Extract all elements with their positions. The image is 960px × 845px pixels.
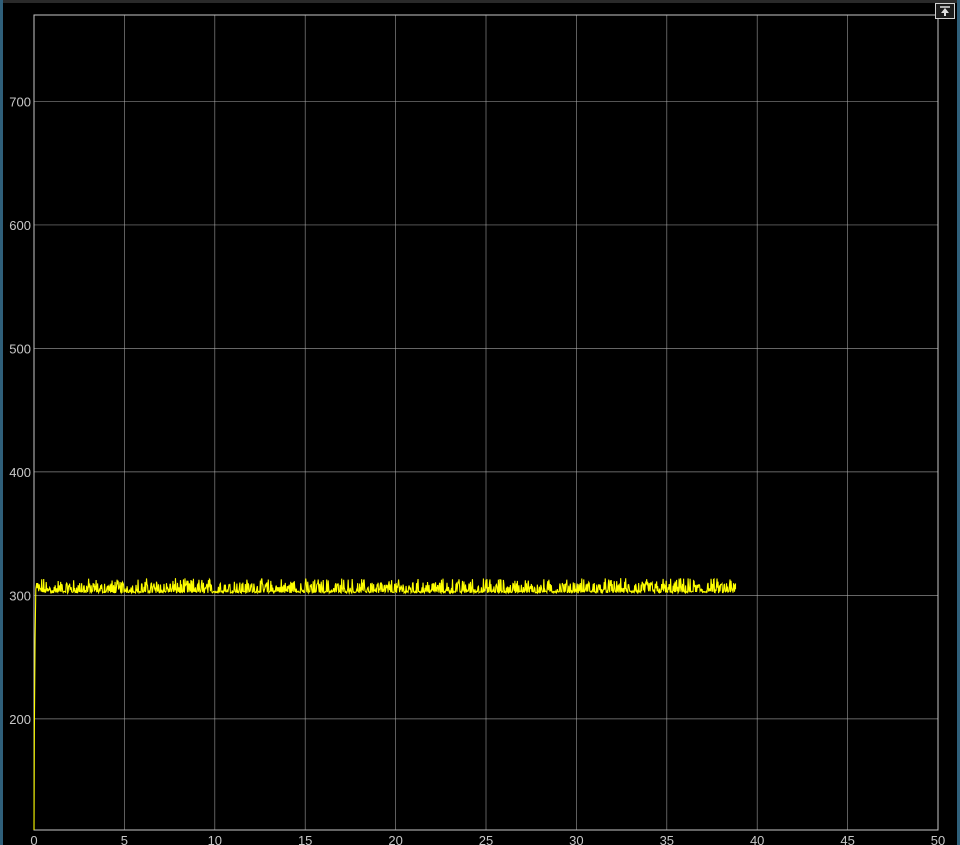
scope-plot[interactable]: 0 5 10 15 20 25 30 35 40 45 50 200 300 400 500 600 700 — [0, 0, 960, 845]
x-tick-label: 35 — [660, 833, 674, 845]
signal-trace — [33, 577, 737, 831]
y-tick-label: 300 — [9, 588, 31, 603]
x-tick-label: 10 — [208, 833, 222, 845]
grid-lines — [33, 15, 939, 830]
x-tick-label: 15 — [298, 833, 312, 845]
x-tick-labels: 0 5 10 15 20 25 30 35 40 45 50 — [30, 833, 945, 845]
x-tick-label: 5 — [121, 833, 128, 845]
y-tick-label: 400 — [9, 465, 31, 480]
x-tick-label: 50 — [931, 833, 945, 845]
y-tick-labels: 200 300 400 500 600 700 — [9, 94, 31, 726]
scope-window: 0 5 10 15 20 25 30 35 40 45 50 200 300 400 500 600 700 — [0, 0, 960, 845]
undock-button[interactable] — [935, 3, 955, 19]
y-tick-label: 700 — [9, 94, 31, 109]
y-tick-label: 500 — [9, 341, 31, 356]
y-tick-label: 600 — [9, 218, 31, 233]
x-tick-label: 20 — [388, 833, 402, 845]
x-tick-label: 45 — [840, 833, 854, 845]
x-tick-label: 40 — [750, 833, 764, 845]
series-line — [33, 577, 737, 831]
undock-arrow-icon — [940, 6, 950, 16]
x-tick-label: 25 — [479, 833, 493, 845]
x-tick-label: 0 — [30, 833, 37, 845]
y-tick-label: 200 — [9, 712, 31, 727]
x-tick-label: 30 — [569, 833, 583, 845]
